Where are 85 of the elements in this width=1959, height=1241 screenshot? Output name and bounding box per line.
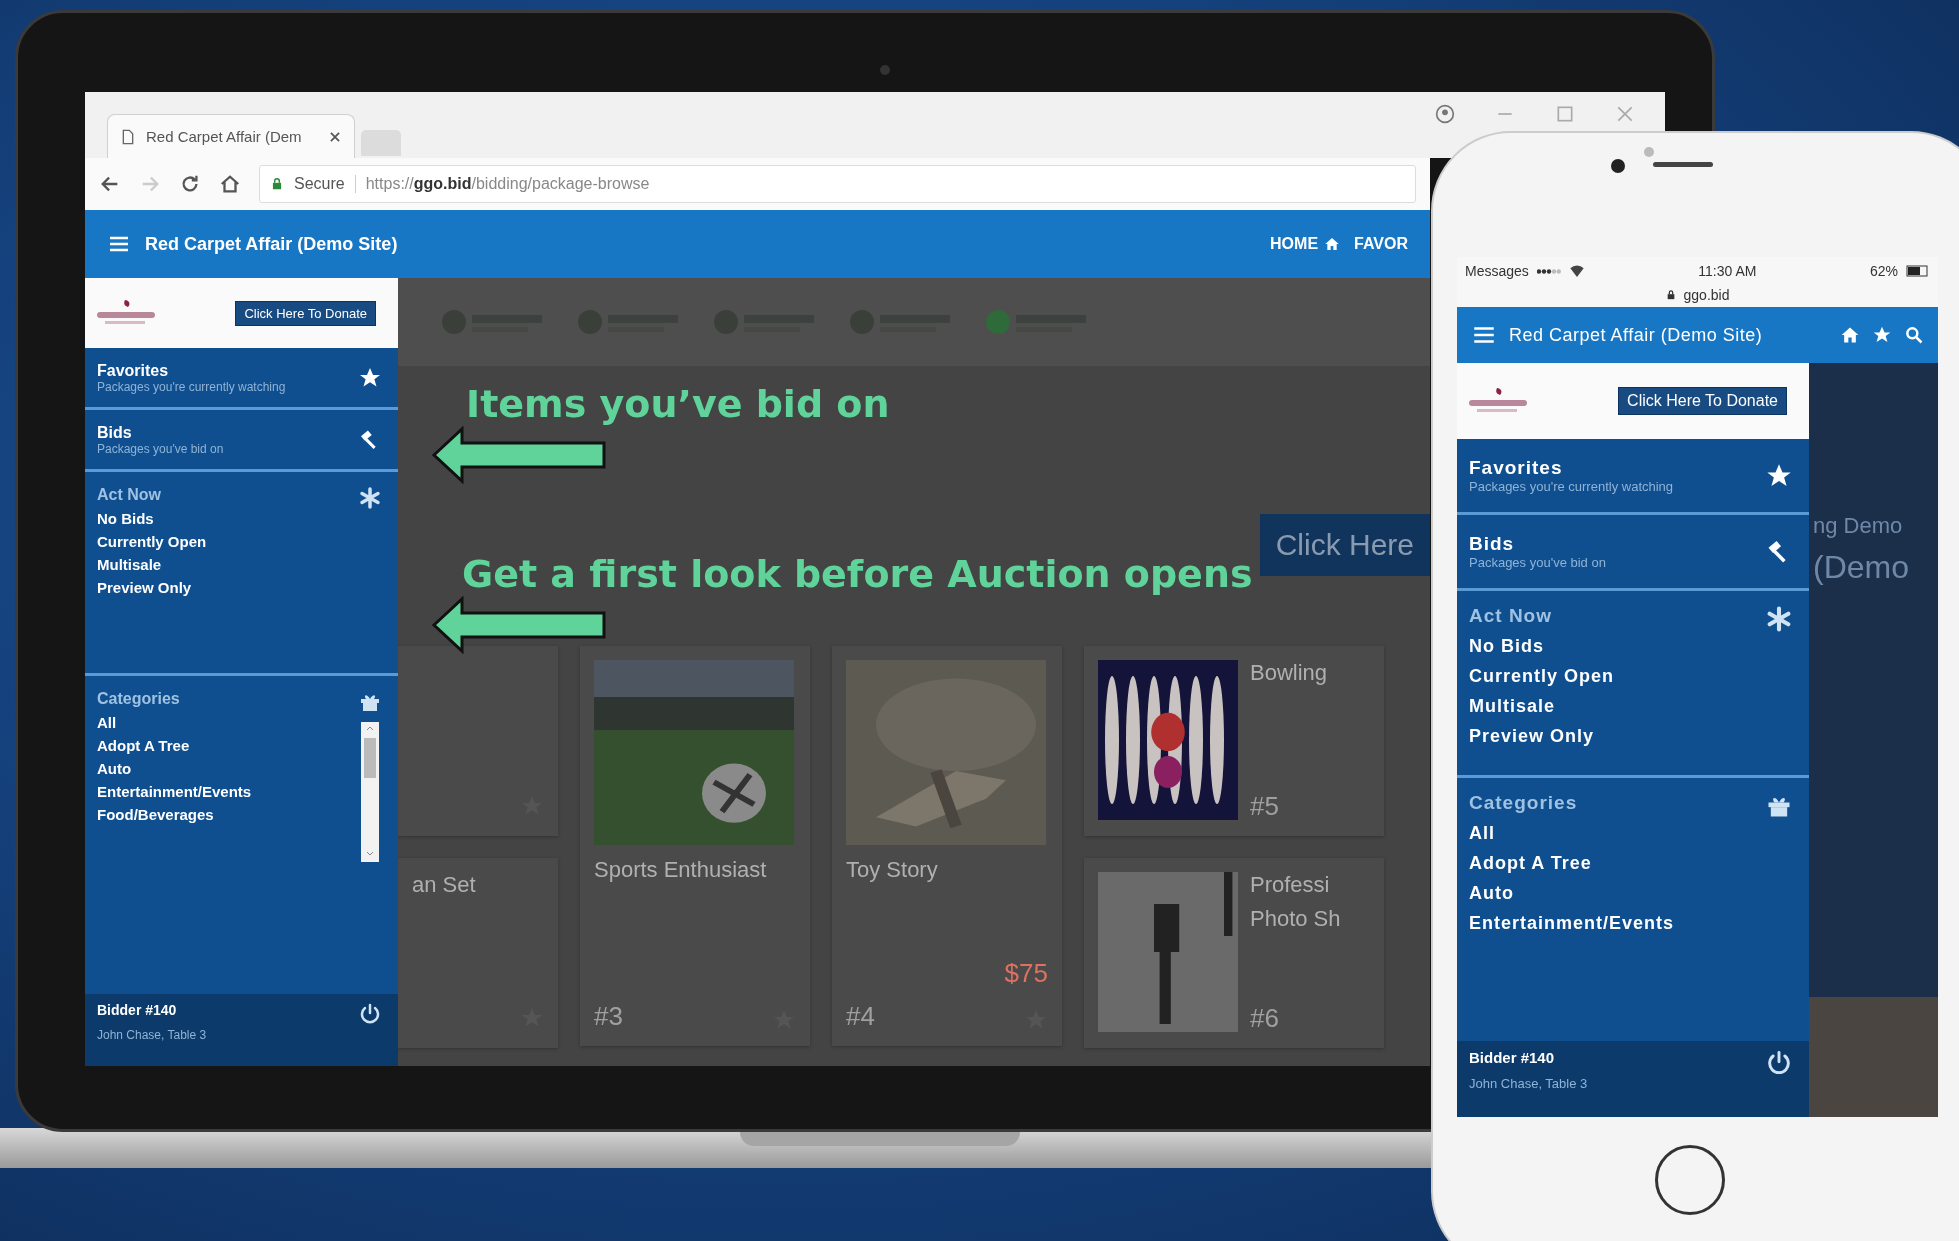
category-link[interactable]: Adopt A Tree (97, 737, 350, 754)
annotation-text: Get a first look before Auction opens (462, 552, 1253, 596)
filter-link[interactable]: No Bids (97, 510, 350, 527)
address-bar[interactable]: Secure https://ggo.bid/bidding/package-browse (259, 165, 1416, 203)
card-title: Photo Sh (1250, 906, 1342, 932)
nav-title[interactable]: Favorites (1469, 457, 1674, 479)
filter-link[interactable]: Currently Open (97, 533, 350, 550)
filter-link[interactable]: Multisale (97, 556, 350, 573)
power-icon[interactable] (1765, 1049, 1793, 1077)
category-link[interactable]: Auto (97, 760, 350, 777)
nav-subtitle: Packages you're currently watching (97, 379, 286, 394)
category-link[interactable]: All (1469, 823, 1757, 844)
lock-icon (1665, 290, 1676, 300)
section-title: Act Now (1469, 605, 1553, 627)
section-title: Categories (1469, 792, 1579, 814)
filter-link[interactable]: Preview Only (1469, 726, 1757, 747)
asterisk-icon (1765, 605, 1793, 633)
status-time: 11:30 AM (1698, 263, 1757, 279)
card-number: #4 (846, 1001, 875, 1032)
filter-link[interactable]: Preview Only (97, 579, 350, 596)
category-link[interactable]: All (97, 714, 350, 731)
filter-link[interactable]: Multisale (1469, 696, 1757, 717)
nav-link[interactable]: FAVOR (1354, 235, 1408, 253)
package-card[interactable]: an Set (398, 858, 558, 1048)
background-text: ng Demo (1813, 513, 1904, 539)
power-icon[interactable] (358, 1002, 382, 1026)
donate-button[interactable]: Click Here To Donate (235, 300, 376, 326)
browser-tab[interactable]: Red Carpet Affair (Dem (107, 114, 355, 158)
filter-link[interactable]: Currently Open (1469, 666, 1757, 687)
card-number: #5 (1250, 791, 1280, 822)
section-title: Act Now (97, 486, 162, 504)
home-icon[interactable] (219, 173, 241, 195)
package-card[interactable]: Toy Story $75 #4 (832, 646, 1062, 1046)
search-icon[interactable] (1904, 325, 1924, 345)
close-icon[interactable] (328, 129, 342, 144)
nav-link[interactable]: HOME (1270, 235, 1341, 253)
price: $75 (1004, 958, 1048, 989)
arrow-icon (432, 426, 608, 484)
nav-subtitle: Packages you've bid on (97, 441, 224, 456)
donate-button[interactable]: Click Here To Donate (1618, 387, 1787, 415)
nav-title[interactable]: Favorites (97, 361, 286, 380)
card-title: an Set (412, 872, 477, 898)
card-title: Toy Story (846, 857, 939, 883)
card-title: Sports Enthusiast (594, 857, 768, 883)
lock-icon (270, 177, 284, 191)
battery-percent: 62% (1869, 263, 1898, 279)
package-card[interactable]: Sports Enthusiast #3 (580, 646, 810, 1046)
bidder-name: John Chase, Table 3 (1469, 1076, 1588, 1091)
bidder-number: Bidder #140 (97, 1002, 178, 1018)
nav-subtitle: Packages you're currently watching (1469, 479, 1674, 494)
nav-title[interactable]: Bids (97, 423, 224, 442)
category-link[interactable]: Adopt A Tree (1469, 853, 1757, 874)
home-icon[interactable] (1840, 325, 1860, 345)
address-text: ggo.bid (1683, 287, 1730, 303)
background-text: (Demo (1813, 549, 1910, 586)
arrow-icon (432, 596, 608, 654)
category-link[interactable]: Entertainment/Events (1469, 913, 1757, 934)
category-link[interactable]: Food/Beverages (97, 806, 350, 823)
home-icon[interactable] (1324, 236, 1341, 252)
category-link[interactable]: Entertainment/Events (97, 783, 350, 800)
nav-subtitle: Packages you've bid on (1469, 555, 1606, 570)
card-title: Professi (1250, 872, 1331, 898)
home-button[interactable] (1655, 1145, 1725, 1215)
package-card[interactable]: Professi Photo Sh #6 (1084, 858, 1384, 1048)
card-number: #3 (594, 1001, 623, 1032)
package-card[interactable]: Bowling #5 (1084, 646, 1384, 836)
site-title: Red Carpet Affair (Demo Site) (1509, 324, 1764, 346)
page-icon (120, 128, 136, 145)
signal-icon (1536, 268, 1561, 274)
bidder-number: Bidder #140 (1469, 1049, 1556, 1066)
nav-title[interactable]: Bids (1469, 533, 1606, 555)
section-title: Categories (97, 690, 181, 708)
site-title: Red Carpet Affair (Demo Site) (145, 233, 399, 255)
status-app: Messages (1465, 263, 1529, 279)
wifi-icon (1568, 263, 1585, 279)
bidder-name: John Chase, Table 3 (97, 1028, 207, 1042)
asterisk-icon (358, 486, 382, 510)
card-title: Bowling (1250, 660, 1329, 686)
annotation-text: Items you’ve bid on (466, 382, 890, 426)
card-number: #6 (1250, 1003, 1280, 1034)
filter-link[interactable]: No Bids (1469, 636, 1757, 657)
user-icon[interactable] (1435, 104, 1455, 124)
click-here-button[interactable]: Click Here (1259, 514, 1430, 576)
category-link[interactable]: Auto (1469, 883, 1757, 904)
scrollbar[interactable] (361, 722, 379, 862)
